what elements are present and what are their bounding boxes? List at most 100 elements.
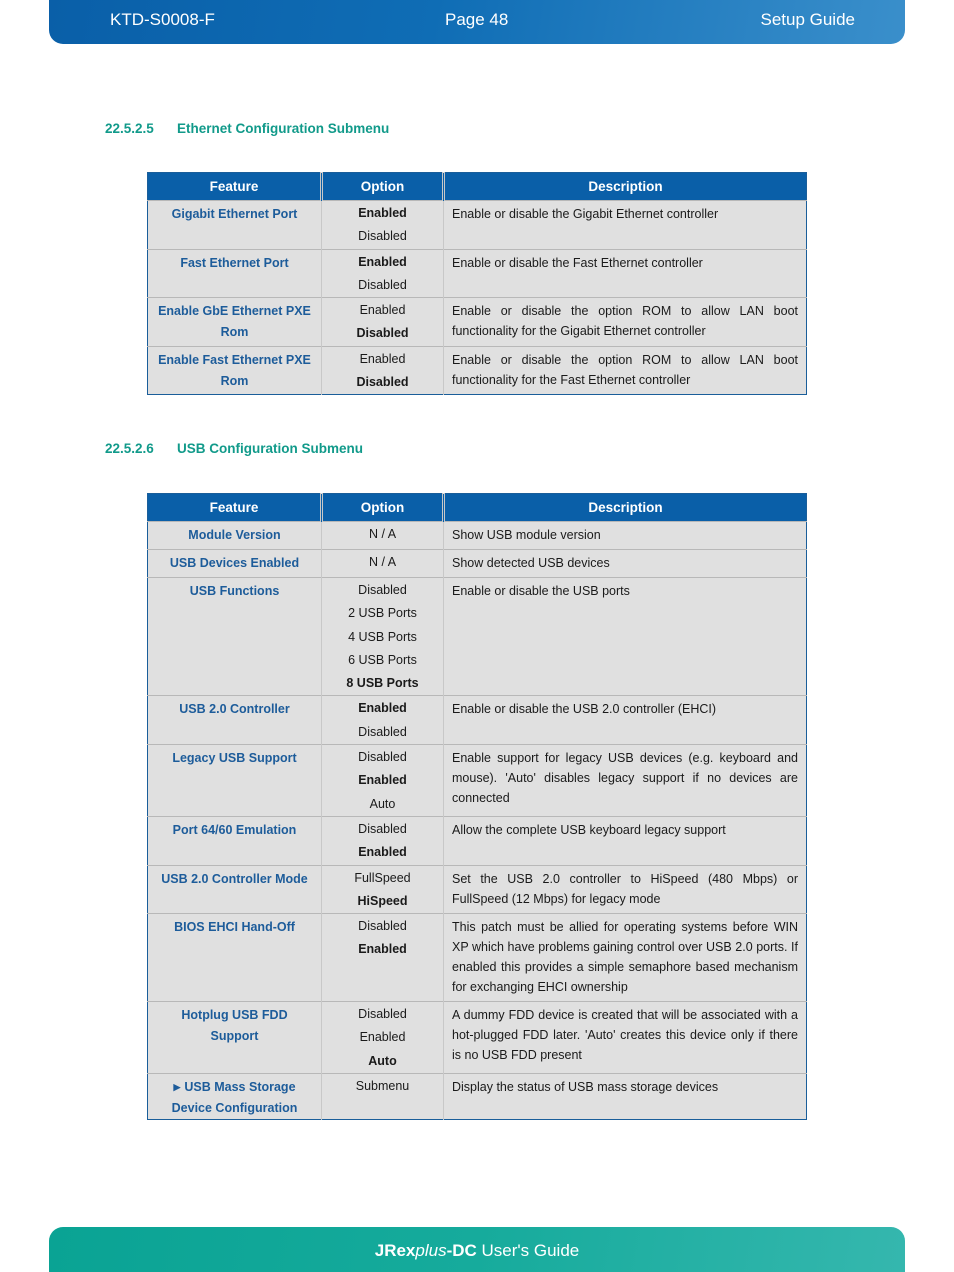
- option-cell: Submenu: [321, 1073, 444, 1120]
- option-default: Disabled: [356, 375, 409, 390]
- description-cell: Allow the complete USB keyboard legacy s…: [443, 815, 807, 866]
- description-cell: Enable support for legacy USB devices (e…: [443, 744, 807, 817]
- option-cell: Disabled Enabled Auto: [321, 744, 444, 817]
- guide-label: User's Guide: [476, 1241, 580, 1260]
- section-name: Setup Guide: [760, 10, 855, 29]
- feature-name: USB 2.0 Controller Mode: [161, 871, 308, 886]
- column-header-description: Description: [443, 493, 807, 522]
- feature-name: USB 2.0 Controller: [179, 702, 290, 717]
- column-header-option: Option: [321, 172, 445, 201]
- option-value: Enabled: [359, 303, 406, 318]
- description-cell: Enable or disable the USB 2.0 controller…: [443, 695, 807, 745]
- feature-name: USB Functions: [189, 584, 280, 598]
- option-cell: Disabled Enabled: [321, 913, 444, 1002]
- option-value: 2 USB Ports: [348, 606, 417, 621]
- table-header-row: Feature Option Description: [147, 493, 807, 522]
- option-cell: Disabled Enabled Auto: [321, 1001, 444, 1074]
- description-cell: Enable or disable the USB ports: [443, 576, 807, 696]
- option-cell: N / A: [321, 521, 444, 550]
- section-title: Ethernet Configuration Submenu: [177, 121, 390, 136]
- option-value: N / A: [368, 555, 397, 569]
- option-default: Disabled: [356, 326, 409, 341]
- option-value: Disabled: [358, 1007, 407, 1022]
- feature-name: Fast Ethernet Port: [180, 255, 289, 270]
- usb-config-table: Feature Option Description Module Versio…: [147, 493, 807, 1121]
- column-header-feature: Feature: [147, 493, 323, 522]
- option-cell: FullSpeed HiSpeed: [321, 864, 444, 914]
- column-header-option: Option: [321, 493, 445, 522]
- table-row: Legacy USB Support Disabled Enabled Auto Ena…: [147, 744, 807, 817]
- product-name: JRex: [374, 1241, 416, 1260]
- feature-name: Enable GbE Ethernet PXE Rom: [158, 304, 311, 340]
- table-header-row: Feature Option Description: [147, 172, 807, 201]
- triangle-right-icon: ▶: [173, 1082, 181, 1093]
- option-value: Enabled: [359, 351, 406, 366]
- column-header-description: Description: [443, 172, 807, 201]
- table-row: USB 2.0 Controller Mode FullSpeed HiSpeed S…: [147, 864, 807, 914]
- option-cell: Disabled Enabled: [321, 815, 444, 866]
- option-value: Disabled: [358, 821, 407, 836]
- option-value: Disabled: [358, 277, 407, 292]
- option-value: N / A: [368, 527, 397, 541]
- option-cell: Enabled Disabled: [321, 248, 444, 298]
- description-cell: Show detected USB devices: [443, 549, 807, 578]
- description-cell: Enable or disable the option ROM to allo…: [443, 345, 807, 395]
- option-default: Enabled: [358, 942, 407, 957]
- feature-name: Enable Fast Ethernet PXE Rom: [158, 352, 311, 388]
- feature-name: USB Mass Storage Device Configuration: [171, 1080, 298, 1116]
- feature-cell: USB 2.0 Controller: [147, 695, 322, 745]
- description-cell: Enable or disable the Fast Ethernet cont…: [443, 248, 807, 298]
- option-value: 4 USB Ports: [348, 629, 417, 644]
- table-row: ▶ USB Mass Storage Device Configuration Su…: [147, 1073, 807, 1120]
- product-suffix: -DC: [446, 1241, 477, 1260]
- column-header-feature: Feature: [147, 172, 323, 201]
- option-cell: Enabled Disabled: [321, 297, 444, 347]
- table-row: Hotplug USB FDD Support Disabled Enabled Au…: [147, 1001, 807, 1074]
- option-cell: Enabled Disabled: [321, 200, 444, 250]
- table-row: USB 2.0 Controller Enabled Disabled Enable …: [147, 695, 807, 745]
- option-cell: N / A: [321, 549, 444, 578]
- option-cell: Enabled Disabled: [321, 695, 444, 745]
- feature-cell: Enable GbE Ethernet PXE Rom: [147, 297, 322, 347]
- document-id: KTD-S0008-F: [110, 10, 215, 29]
- option-default: HiSpeed: [357, 893, 408, 908]
- option-cell: Disabled 2 USB Ports 4 USB Ports 6 USB Port…: [321, 576, 444, 696]
- option-value: Disabled: [358, 750, 407, 765]
- feature-name: Gigabit Ethernet Port: [171, 207, 298, 221]
- product-variant: plus: [415, 1241, 447, 1260]
- option-value: Disabled: [358, 724, 407, 739]
- feature-name: USB Devices Enabled: [169, 556, 300, 570]
- option-default: Enabled: [358, 254, 407, 269]
- option-value: Auto: [369, 796, 396, 811]
- option-default: 8 USB Ports: [346, 676, 419, 691]
- option-value: FullSpeed: [354, 870, 411, 885]
- option-value: Disabled: [358, 919, 407, 934]
- feature-cell: Port 64/60 Emulation: [147, 815, 322, 866]
- feature-name: Module Version: [188, 528, 281, 542]
- page-footer: JRexplus-DC User's Guide: [49, 1227, 905, 1272]
- section-title: USB Configuration Submenu: [177, 441, 363, 456]
- option-default: Auto: [368, 1053, 397, 1068]
- option-value: Enabled: [359, 1030, 406, 1045]
- description-cell: A dummy FDD device is created that will …: [443, 1001, 807, 1074]
- description-cell: Enable or disable the Gigabit Ethernet c…: [443, 200, 807, 250]
- ethernet-config-table: Feature Option Description Gigabit Ether…: [147, 172, 807, 396]
- option-default: Enabled: [358, 773, 407, 788]
- feature-cell: BIOS EHCI Hand-Off: [147, 913, 322, 1002]
- feature-name: Hotplug USB FDD Support: [181, 1008, 288, 1044]
- table-row: Gigabit Ethernet Port Enabled Disabled Enab…: [147, 200, 807, 250]
- option-value: 6 USB Ports: [348, 652, 417, 667]
- option-default: Enabled: [358, 845, 407, 860]
- description-cell: Display the status of USB mass storage d…: [443, 1073, 807, 1120]
- section-number: 22.5.2.6: [105, 441, 154, 456]
- feature-cell: ▶ USB Mass Storage Device Configuration: [147, 1073, 322, 1120]
- option-value: Submenu: [355, 1079, 410, 1094]
- table-row: Fast Ethernet Port Enabled Disabled Enable …: [147, 248, 807, 298]
- description-cell: Enable or disable the option ROM to allo…: [443, 297, 807, 347]
- table-row: Port 64/60 Emulation Disabled Enabled Allow…: [147, 815, 807, 866]
- feature-cell: Enable Fast Ethernet PXE Rom: [147, 345, 322, 395]
- option-default: Enabled: [358, 701, 407, 716]
- table-row: Enable GbE Ethernet PXE Rom Enabled Disabl…: [147, 297, 807, 347]
- table-row: USB Functions Disabled 2 USB Ports 4 USB Po…: [147, 576, 807, 696]
- option-value: Disabled: [358, 229, 407, 244]
